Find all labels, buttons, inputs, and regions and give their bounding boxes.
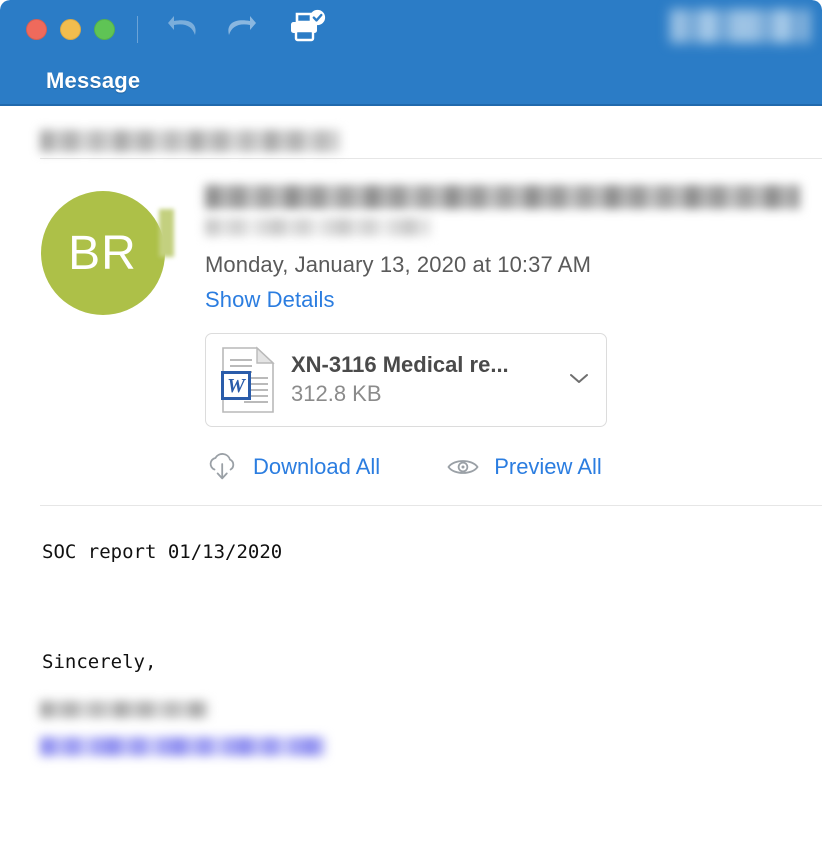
- body-blank-space: [42, 566, 822, 650]
- redacted-subject-text: [40, 130, 340, 152]
- attachment-info: XN-3116 Medical re... 312.8 KB: [277, 352, 566, 409]
- message-content: BR Monday, January 13, 2020 at 10:37 AM …: [0, 106, 822, 757]
- minimize-window-button[interactable]: [60, 18, 81, 40]
- download-all-button[interactable]: Download All: [205, 451, 380, 483]
- redo-arrow-icon: [224, 13, 258, 46]
- body-line-signoff: Sincerely,: [42, 650, 157, 673]
- eye-icon: [446, 455, 480, 479]
- preview-all-label: Preview All: [494, 454, 602, 479]
- redacted-signature-name: [40, 701, 208, 719]
- print-button[interactable]: [284, 9, 330, 49]
- avatar[interactable]: BR: [40, 191, 165, 315]
- attachment-card[interactable]: W XN-3116 Medical re... 312.8 KB: [205, 333, 607, 427]
- download-all-label: Download All: [253, 454, 381, 479]
- email-body: SOC report 01/13/2020 Sincerely,: [0, 506, 822, 675]
- avatar-column: BR: [0, 185, 205, 505]
- message-header-section: BR Monday, January 13, 2020 at 10:37 AM …: [0, 159, 822, 505]
- body-line-report: SOC report 01/13/2020: [42, 541, 283, 563]
- mail-message-window: Message BR Monday, January 13, 2020 at 1…: [0, 0, 822, 843]
- word-document-icon: W: [219, 345, 277, 415]
- attachment-filesize: 312.8 KB: [291, 380, 382, 406]
- email-signature: [0, 675, 822, 757]
- avatar-status-badge: [158, 209, 174, 257]
- redo-button[interactable]: [218, 9, 264, 49]
- undo-button[interactable]: [160, 9, 206, 49]
- subject-line: [0, 106, 822, 158]
- cloud-download-icon: [205, 451, 239, 483]
- avatar-wrapper: BR: [40, 191, 174, 315]
- redacted-toolbar-control[interactable]: [670, 9, 810, 43]
- traffic-light-group: [26, 18, 115, 40]
- chevron-down-icon: [568, 371, 590, 390]
- svg-text:W: W: [227, 375, 246, 397]
- toolbar-divider: [137, 15, 138, 43]
- show-details-link[interactable]: Show Details: [205, 287, 810, 313]
- undo-arrow-icon: [166, 13, 200, 46]
- redacted-signature-link[interactable]: [40, 737, 325, 757]
- zoom-window-button[interactable]: [94, 18, 115, 40]
- printer-check-icon: [287, 9, 327, 50]
- sender-details-column: Monday, January 13, 2020 at 10:37 AM Sho…: [205, 185, 822, 505]
- preview-all-button[interactable]: Preview All: [446, 454, 602, 480]
- message-header-bar: Message: [0, 58, 822, 106]
- attachment-filename: XN-3116 Medical re...: [291, 351, 509, 377]
- page-title: Message: [46, 68, 141, 93]
- close-window-button[interactable]: [26, 18, 47, 40]
- redacted-sender-name: [205, 185, 800, 209]
- attachment-actions: Download All Preview All: [205, 451, 810, 505]
- attachment-expand-button[interactable]: [566, 371, 592, 390]
- message-date: Monday, January 13, 2020 at 10:37 AM: [205, 252, 592, 277]
- window-titlebar: [0, 0, 822, 58]
- redacted-sender-address: [205, 218, 430, 236]
